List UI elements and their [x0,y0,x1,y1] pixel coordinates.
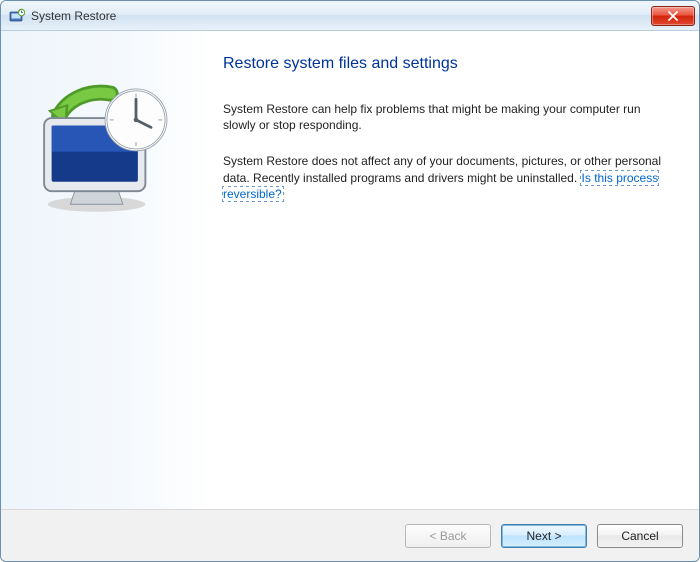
intro-paragraph: System Restore can help fix problems tha… [223,101,669,133]
cancel-button[interactable]: Cancel [597,524,683,548]
wizard-body: Restore system files and settings System… [1,31,699,509]
wizard-content: Restore system files and settings System… [211,31,699,509]
page-heading: Restore system files and settings [223,55,669,73]
wizard-sidebar [1,31,211,509]
back-button: < Back [405,524,491,548]
close-icon [667,11,679,21]
details-paragraph: System Restore does not affect any of yo… [223,153,669,202]
system-restore-wizard: System Restore [0,0,700,562]
next-button[interactable]: Next > [501,524,587,548]
window-title: System Restore [31,9,651,23]
wizard-footer: < Back Next > Cancel [1,509,699,561]
restore-monitor-clock-icon [31,73,181,223]
titlebar: System Restore [1,1,699,31]
system-restore-icon [9,8,25,24]
close-button[interactable] [651,6,695,26]
